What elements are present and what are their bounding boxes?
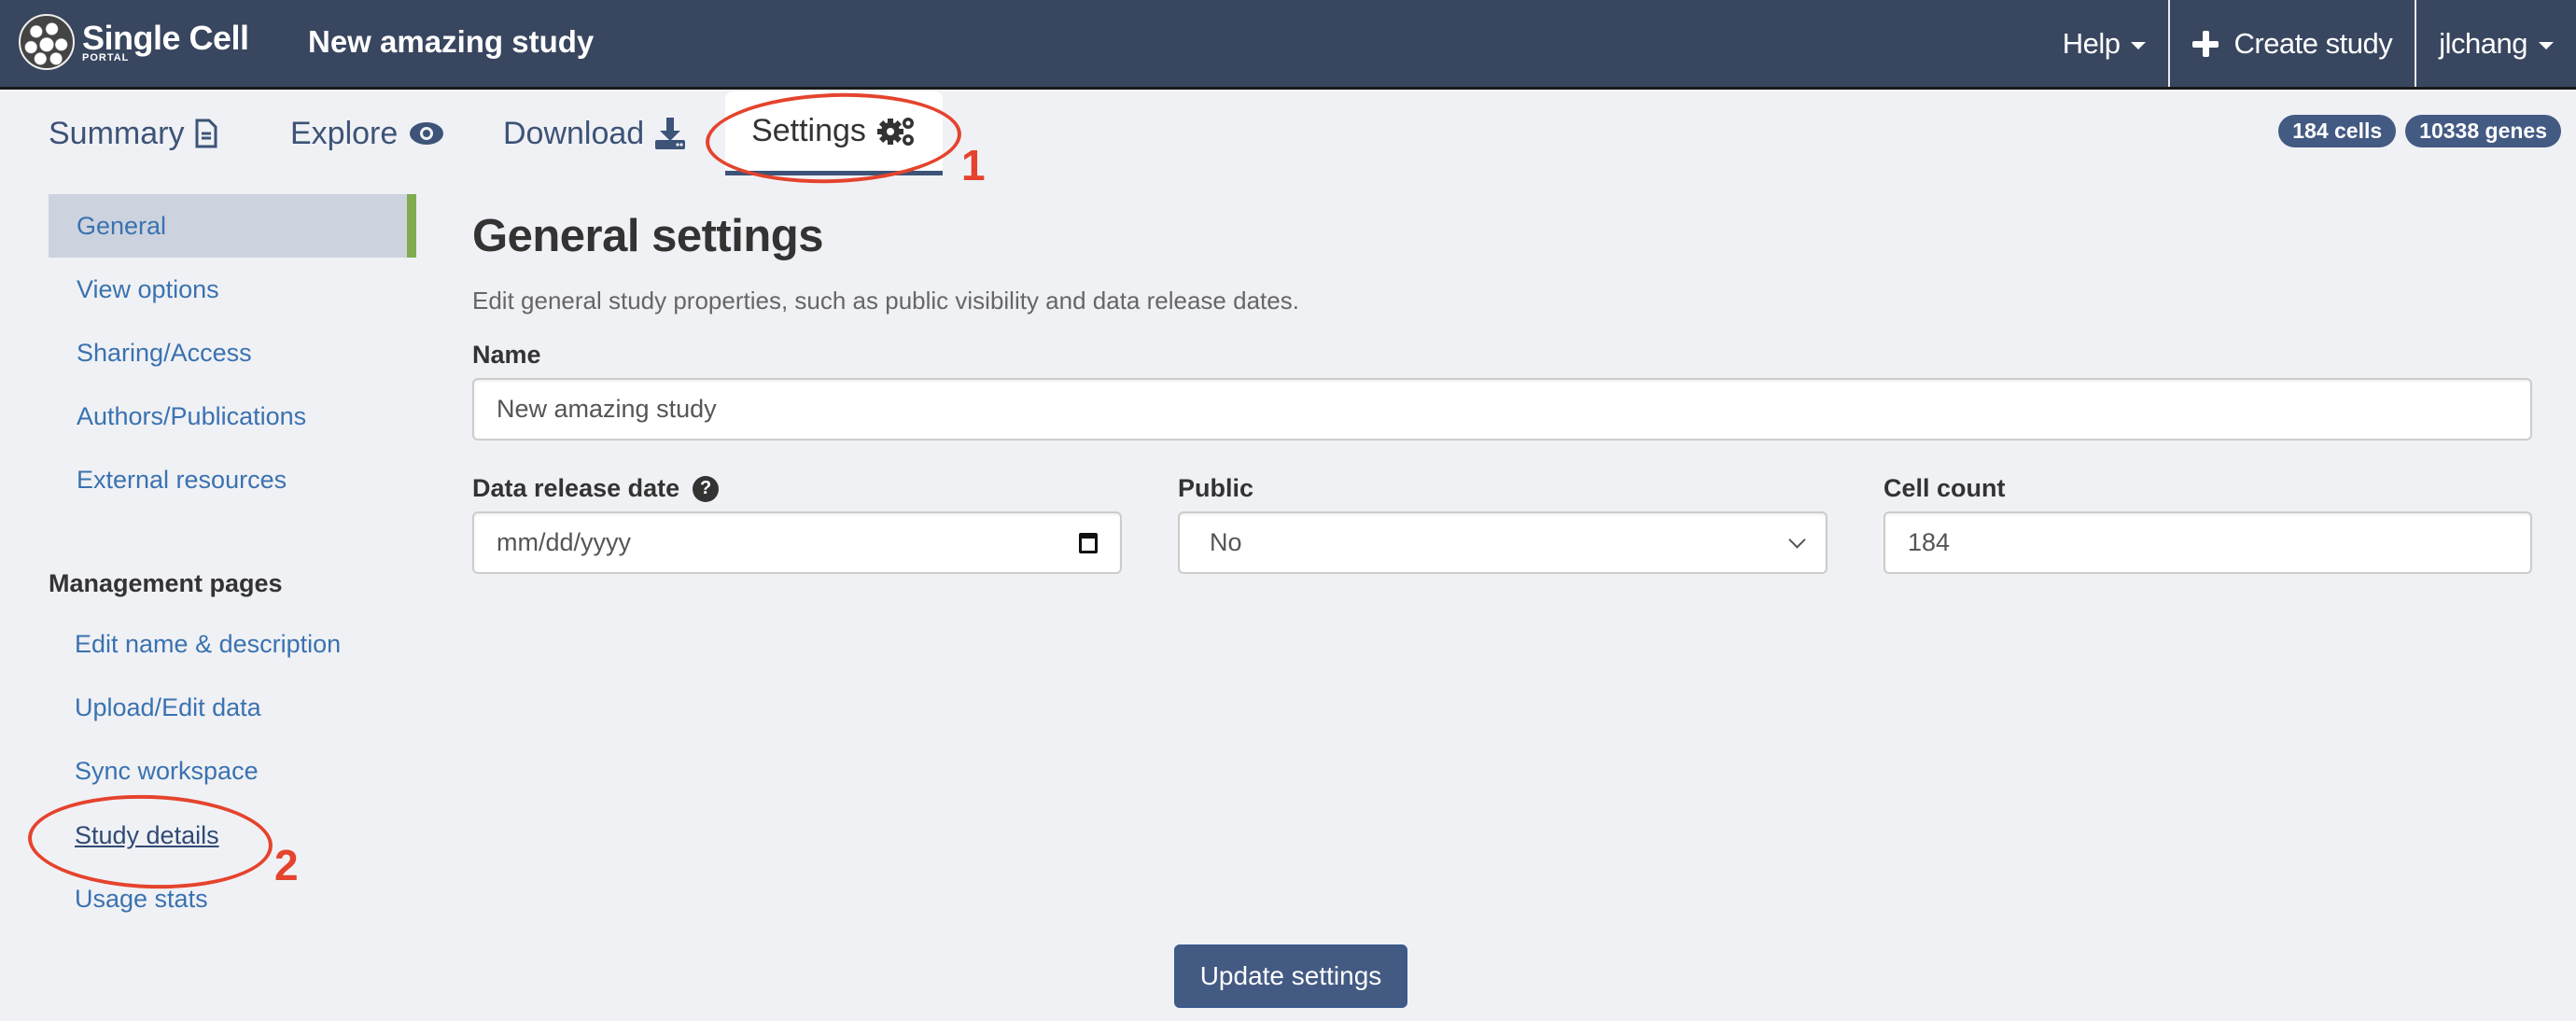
top-navbar: Single Cell PORTAL New amazing study Hel… (0, 0, 2576, 90)
download-icon (655, 118, 686, 149)
release-date-label: Data release date ? (472, 474, 720, 503)
tab-download[interactable]: Download (503, 91, 686, 175)
study-tabs: Summary Explore Download Settings 184 ce… (0, 90, 2576, 179)
link-upload-edit-data[interactable]: Upload/Edit data (75, 693, 261, 722)
public-select[interactable]: No (1178, 511, 1827, 574)
cell-count-input[interactable]: 184 (1883, 511, 2532, 574)
eye-icon (409, 121, 444, 146)
cell-globe-icon (19, 14, 75, 70)
create-study-button[interactable]: Create study (2168, 0, 2415, 87)
study-title[interactable]: New amazing study (308, 24, 594, 60)
link-sync-workspace[interactable]: Sync workspace (75, 757, 259, 786)
user-menu[interactable]: jlchang (2415, 0, 2576, 87)
page-description: Edit general study properties, such as p… (472, 287, 1299, 315)
calendar-icon[interactable] (1079, 532, 1098, 553)
link-edit-name-description[interactable]: Edit name & description (75, 630, 341, 659)
release-date-input[interactable]: mm/dd/yyyy (472, 511, 1122, 574)
caret-down-icon (2539, 41, 2554, 49)
name-input[interactable]: New amazing study (472, 378, 2532, 441)
tab-summary[interactable]: Summary (49, 91, 217, 175)
sidebar-item-external-resources[interactable]: External resources (49, 448, 416, 511)
name-label: Name (472, 341, 541, 369)
user-name: jlchang (2439, 26, 2527, 60)
annotation-number-1: 1 (961, 141, 986, 189)
link-usage-stats[interactable]: Usage stats (75, 885, 208, 914)
management-pages-heading: Management pages (49, 569, 283, 597)
chevron-down-icon (1788, 531, 1806, 549)
public-label: Public (1178, 474, 1254, 502)
nav-right: Help Create study jlchang (2040, 0, 2576, 87)
cell-count-label: Cell count (1883, 474, 2006, 502)
question-circle-icon[interactable]: ? (693, 475, 720, 502)
study-stats: 184 cells 10338 genes (2278, 115, 2561, 147)
document-icon (195, 119, 217, 148)
sidebar-item-sharing-access[interactable]: Sharing/Access (49, 321, 416, 385)
tab-explore[interactable]: Explore (290, 91, 444, 175)
annotation-ellipse-2 (26, 790, 274, 893)
create-study-label: Create study (2233, 26, 2393, 60)
genes-badge: 10338 genes (2405, 115, 2561, 147)
help-label: Help (2062, 26, 2121, 60)
update-settings-button[interactable]: Update settings (1174, 944, 1407, 1008)
sidebar-item-authors-publications[interactable]: Authors/Publications (49, 385, 416, 448)
sidebar-item-view-options[interactable]: View options (49, 258, 416, 321)
caret-down-icon (2131, 41, 2147, 49)
plus-icon (2192, 30, 2219, 57)
cells-badge: 184 cells (2278, 115, 2397, 147)
logo-title: Single Cell (82, 18, 249, 57)
annotation-number-2: 2 (274, 841, 299, 889)
single-cell-portal-logo[interactable]: Single Cell PORTAL (19, 13, 261, 71)
help-menu[interactable]: Help (2040, 0, 2169, 87)
sidebar-item-general[interactable]: General (49, 194, 416, 258)
page-title: General settings (472, 211, 823, 261)
